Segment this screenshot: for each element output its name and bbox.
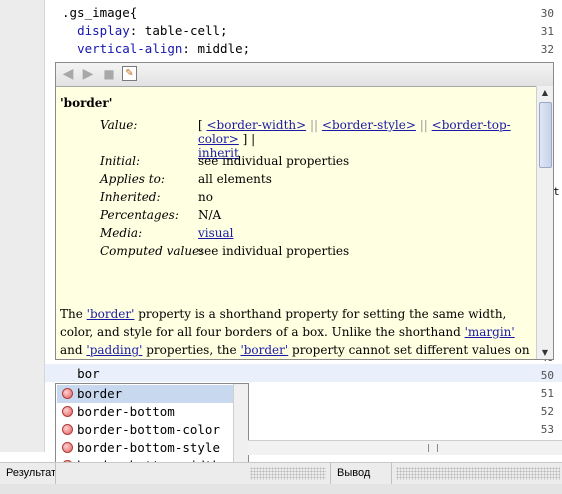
row-label: Applies to: [100, 172, 165, 186]
code-line-32[interactable]: vertical-align: middle; [62, 41, 250, 56]
stop-icon[interactable]: ■ [101, 66, 117, 82]
separator: || [415, 118, 432, 132]
row-label: Initial: [100, 154, 141, 168]
line-number: 30 [540, 7, 554, 20]
row-label: Media: [100, 226, 143, 240]
tab-results[interactable]: Результат [0, 463, 56, 484]
code-fragment: t [553, 185, 560, 198]
horizontal-scrollbar[interactable] [248, 440, 562, 455]
css-value: : middle; [182, 41, 251, 56]
line-number: 50 [540, 369, 554, 382]
margin-link[interactable]: 'margin' [465, 325, 515, 339]
line-number: 53 [540, 423, 554, 437]
css-selector: .gs_image{ [62, 5, 138, 20]
typed-text: bor [77, 366, 100, 381]
css-property: vertical-align [77, 41, 183, 56]
code-line-50[interactable]: bor [62, 366, 100, 381]
documentation-popup[interactable]: ◀ ▶ ■ ✎ 'border' Value: [ <border-width>… [55, 62, 554, 360]
bottom-panel-tabs: Результат Вывод [0, 462, 562, 485]
tab-output[interactable]: Вывод [330, 463, 392, 484]
doc-title: 'border' [60, 96, 113, 110]
line-number: 52 [540, 405, 554, 419]
scroll-down-icon[interactable]: ▼ [537, 346, 553, 359]
row-value: N/A [198, 208, 222, 222]
css-value: : table-cell; [129, 23, 228, 38]
desc-text: properties, the [142, 343, 241, 357]
status-strip [0, 484, 562, 494]
panel-divider [396, 467, 560, 480]
border-width-link[interactable]: <border-width> [207, 118, 307, 132]
separator: || [306, 118, 322, 132]
border-link[interactable]: 'border' [87, 307, 135, 321]
panel-divider [250, 467, 326, 480]
forward-arrow-icon[interactable]: ▶ [80, 66, 96, 82]
border-link[interactable]: 'border' [240, 343, 288, 357]
scroll-grip-icon[interactable] [428, 444, 438, 452]
code-line-30[interactable]: .gs_image{ [62, 5, 137, 20]
line-number: 32 [540, 43, 554, 57]
row-value: no [198, 190, 213, 204]
editor-gutter [0, 0, 45, 452]
completion-item[interactable]: border-bottom [57, 403, 234, 421]
property-icon [62, 406, 73, 417]
back-arrow-icon[interactable]: ◀ [60, 66, 76, 82]
open-in-browser-icon[interactable]: ✎ [122, 66, 137, 81]
bracket-text: ] | [238, 132, 256, 146]
property-icon [62, 424, 73, 435]
row-label: Inherited: [100, 190, 161, 204]
property-icon [62, 388, 73, 399]
completion-item[interactable]: border [57, 385, 234, 403]
line-number: 51 [540, 387, 554, 401]
visual-link[interactable]: visual [198, 226, 528, 240]
completion-label: border [77, 386, 123, 401]
row-value: see individual properties [198, 154, 350, 168]
property-icon [62, 442, 73, 453]
completion-item[interactable]: border-bottom-color [57, 421, 234, 439]
completion-label: border-bottom [77, 404, 175, 419]
doc-scrollbar[interactable]: ▲ ▼ [536, 86, 553, 359]
desc-text: and [60, 343, 87, 357]
doc-toolbar: ◀ ▶ ■ ✎ [56, 63, 553, 87]
row-label: Computed value: [100, 244, 204, 258]
completion-label: border-bottom-style [77, 440, 220, 455]
code-line-31[interactable]: display: table-cell; [62, 23, 228, 38]
scroll-thumb[interactable] [539, 102, 552, 168]
css-property: display [77, 23, 130, 38]
doc-description: The 'border' property is a shorthand pro… [60, 305, 536, 359]
border-style-link[interactable]: <border-style> [322, 118, 416, 132]
current-line-highlight [45, 364, 562, 382]
line-number: 31 [540, 25, 554, 39]
desc-text: The [60, 307, 87, 321]
bracket-text: [ [198, 118, 207, 132]
completion-label: border-bottom-color [77, 422, 220, 437]
row-value: see individual properties [198, 244, 350, 258]
completion-item[interactable]: border-bottom-style [57, 439, 234, 457]
row-label: Percentages: [100, 208, 179, 222]
scroll-up-icon[interactable]: ▲ [537, 86, 553, 100]
padding-link[interactable]: 'padding' [86, 343, 142, 357]
row-value: all elements [198, 172, 272, 186]
row-label: Value: [100, 118, 138, 132]
